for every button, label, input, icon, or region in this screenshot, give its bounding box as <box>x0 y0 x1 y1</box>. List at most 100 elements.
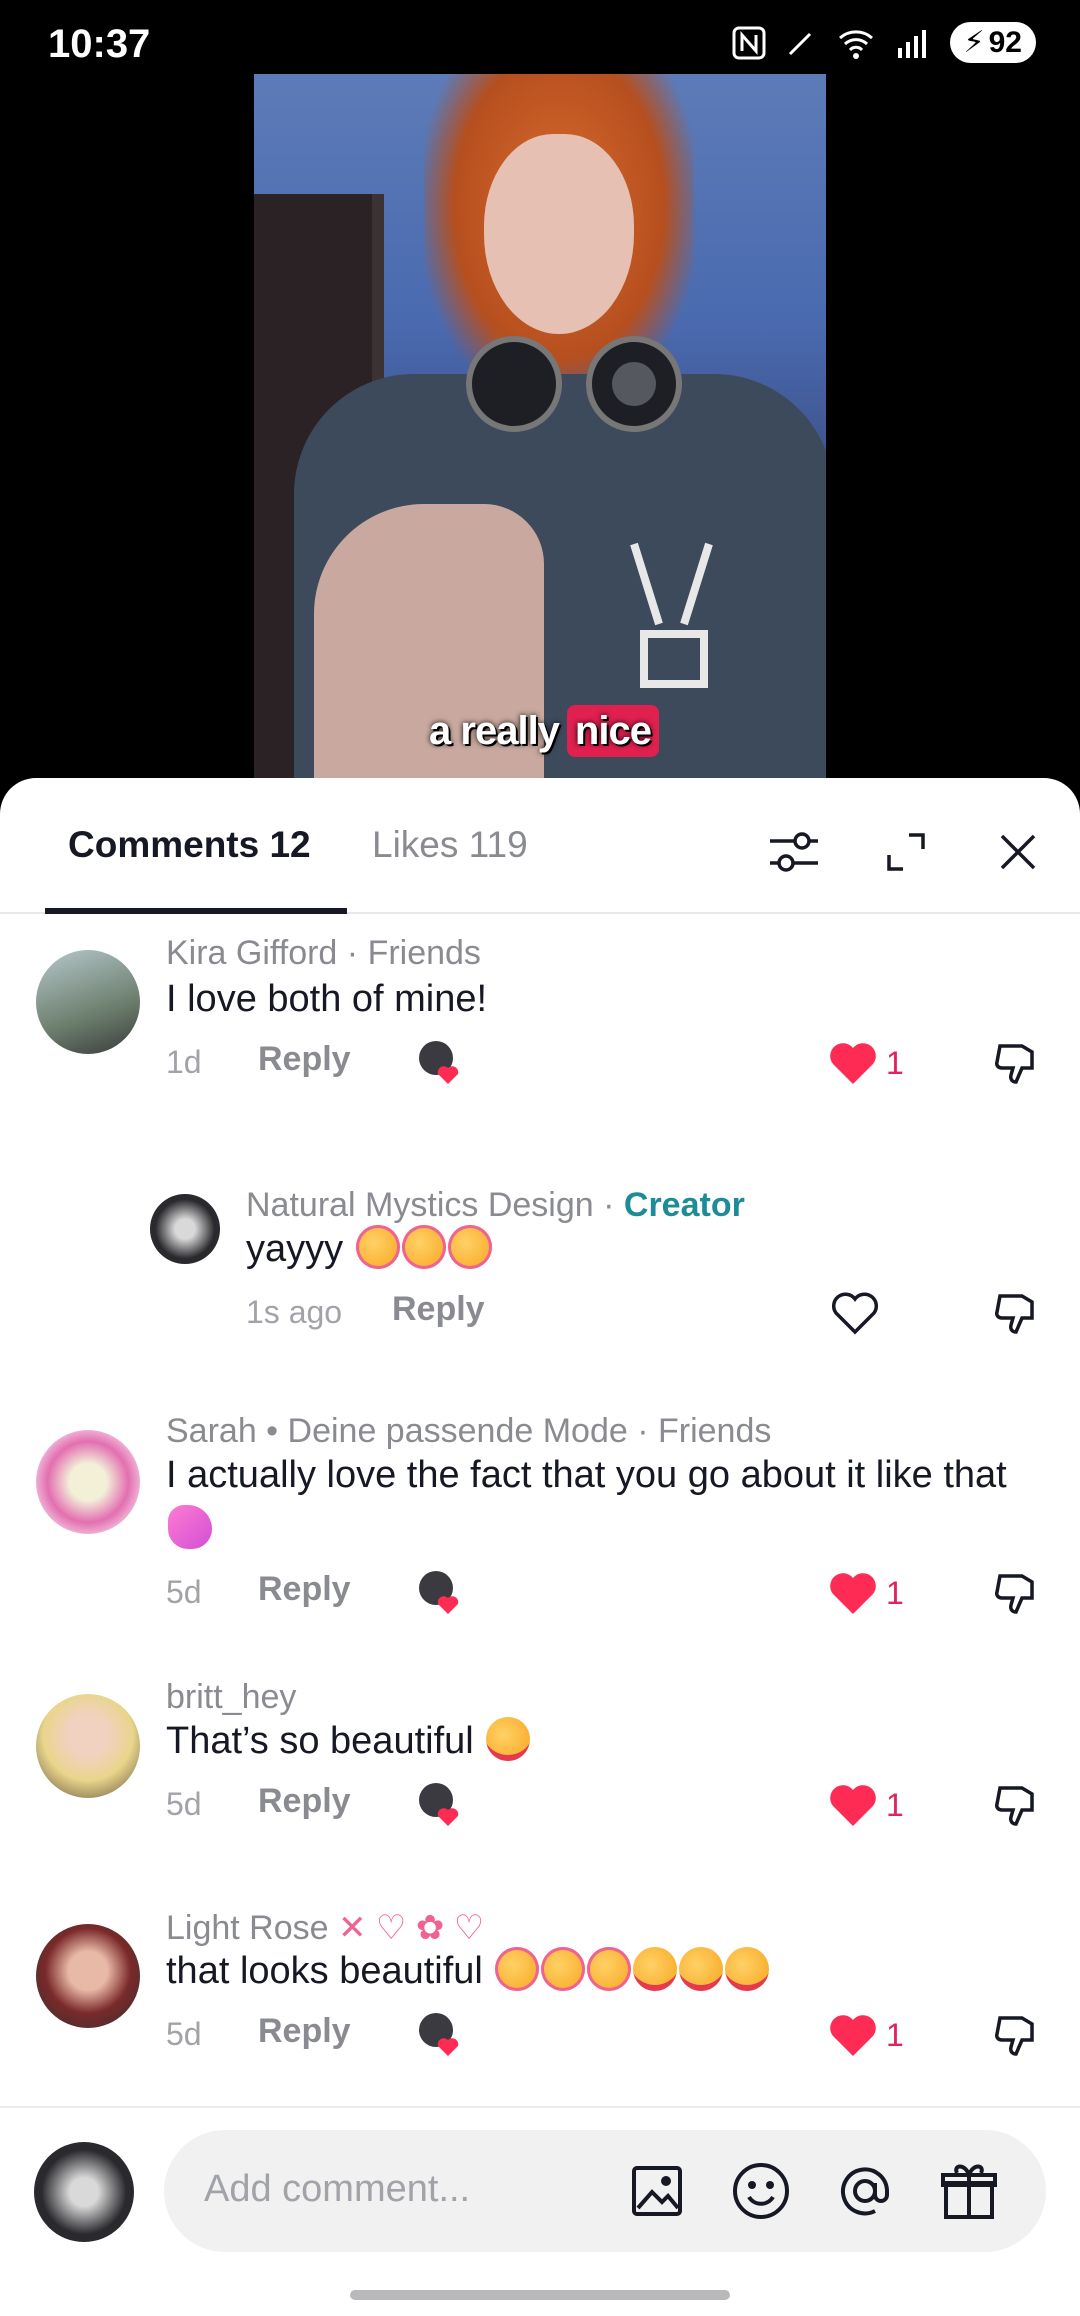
video-preview[interactable]: a really nice <box>254 74 826 780</box>
battery-level: 92 <box>988 25 1022 59</box>
creator-liked-icon <box>419 1783 459 1826</box>
status-time: 10:37 <box>48 22 151 66</box>
emoji-smiling-hearts <box>541 1947 586 1991</box>
reply-button[interactable]: Reply <box>258 1782 351 1821</box>
expand-icon <box>887 833 925 871</box>
sheet-tabs: Comments 12 Likes 119 <box>0 778 1080 914</box>
avatar[interactable] <box>36 950 140 1054</box>
reply-button[interactable]: Reply <box>258 2012 351 2051</box>
comment-text: I love both of mine! <box>166 978 488 1020</box>
creator-liked-icon <box>419 1041 459 1084</box>
pen-icon <box>788 32 811 55</box>
like-button[interactable]: 1 <box>828 1040 904 1086</box>
gift-button[interactable] <box>938 2160 1000 2222</box>
avatar[interactable] <box>150 1194 220 1264</box>
tab-comments[interactable]: Comments 12 <box>68 824 311 866</box>
comment-author[interactable]: Natural Mystics Design · Creator <box>246 1186 745 1225</box>
avatar[interactable] <box>36 1924 140 2028</box>
like-button[interactable]: 1 <box>828 1782 904 1828</box>
emoji-smiling-hearts <box>401 1225 446 1269</box>
image-icon <box>632 2166 682 2216</box>
dislike-icon[interactable] <box>992 2010 1044 2062</box>
comment-time: 1s ago <box>246 1294 343 1330</box>
comment-input-placeholder: Add comment... <box>204 2168 471 2210</box>
comment-time: 5d <box>166 1574 202 1610</box>
emoji-two-hearts <box>168 1505 212 1549</box>
bolt-icon: ⚡ <box>963 26 985 59</box>
status-bar: 10:37 ⚡ 92 <box>0 0 1080 80</box>
emoji-heart-eyes <box>679 1947 724 1991</box>
dislike-icon[interactable] <box>992 1288 1044 1340</box>
comment-author[interactable]: Light Rose ✕ ♡ ✿ ♡ <box>166 1908 484 1948</box>
comments-sheet: Comments 12 Likes 119 Kira Gifford · Fri… <box>0 778 1080 2316</box>
reply-button[interactable]: Reply <box>258 1570 351 1609</box>
comment-input[interactable]: Add comment... <box>164 2130 1046 2252</box>
emoji-smiling-hearts <box>355 1225 400 1269</box>
skeleton-hand-graphic <box>630 542 713 688</box>
comment-text: yayyy <box>246 1222 492 1276</box>
wifi-icon <box>838 29 873 59</box>
mention-button[interactable] <box>834 2160 896 2222</box>
comment-author[interactable]: Kira Gifford · Friends <box>166 934 481 973</box>
comment-composer: Add comment... <box>0 2106 1080 2316</box>
emoji-heart-eyes <box>725 1947 770 1991</box>
my-avatar <box>34 2142 134 2242</box>
avatar[interactable] <box>36 1430 140 1534</box>
name-decoration-icons: ✕ ♡ ✿ ♡ <box>338 1909 485 1947</box>
at-icon <box>841 2167 889 2216</box>
comment-text: that looks beautiful <box>166 1944 770 1998</box>
creator-liked-icon <box>419 1571 459 1614</box>
like-button[interactable]: 1 <box>828 2012 904 2058</box>
dislike-icon[interactable] <box>992 1568 1044 1620</box>
like-count: 1 <box>886 2016 904 2053</box>
close-button[interactable] <box>988 822 1048 882</box>
image-button[interactable] <box>626 2160 688 2222</box>
expand-button[interactable] <box>876 822 936 882</box>
caption-highlight: nice <box>566 705 659 757</box>
like-count: 1 <box>886 1786 904 1823</box>
heart-filled-icon <box>830 1573 876 1614</box>
like-count: 1 <box>886 1574 904 1611</box>
tab-likes[interactable]: Likes 119 <box>372 824 528 866</box>
signal-icon <box>897 29 926 58</box>
comment-time: 5d <box>166 2016 202 2052</box>
battery-indicator: ⚡ 92 <box>949 22 1036 63</box>
nfc-icon <box>732 26 766 59</box>
heart-filled-icon <box>830 2015 876 2056</box>
avatar[interactable] <box>36 1694 140 1798</box>
dislike-icon[interactable] <box>992 1780 1044 1832</box>
creator-badge: Creator <box>623 1186 745 1224</box>
active-tab-indicator <box>45 908 347 914</box>
video-caption: a really nice <box>254 705 826 757</box>
filter-button[interactable] <box>764 822 824 882</box>
comment-author[interactable]: britt_hey <box>166 1678 296 1717</box>
emoji-smiling-hearts <box>587 1947 632 1991</box>
comment-text: I actually love the fact that you go abo… <box>166 1448 1026 1556</box>
emoji-button[interactable] <box>730 2160 792 2222</box>
like-count: 1 <box>886 1044 904 1081</box>
reply-button[interactable]: Reply <box>392 1290 485 1329</box>
like-button[interactable]: 1 <box>828 1570 904 1616</box>
home-indicator[interactable] <box>350 2290 730 2300</box>
close-icon <box>1000 834 1036 870</box>
headphones-graphic <box>466 336 682 432</box>
video-face <box>484 134 634 334</box>
emoji-heart-eyes <box>633 1947 678 1991</box>
heart-filled-icon <box>830 1043 876 1084</box>
comment-text: That’s so beautiful <box>166 1714 531 1768</box>
dislike-icon[interactable] <box>992 1038 1044 1090</box>
emoji-smiling-hearts <box>447 1225 492 1269</box>
heart-filled-icon <box>830 1785 876 1826</box>
status-icons: ⚡ 92 <box>732 22 1036 63</box>
gift-icon <box>941 2164 997 2219</box>
heart-outline-icon[interactable] <box>830 1290 880 1336</box>
comment-author[interactable]: Sarah • Deine passende Mode · Friends <box>166 1412 771 1451</box>
emoji-smiling-hearts <box>495 1947 540 1991</box>
comment-time: 5d <box>166 1786 202 1822</box>
caption-text: a really <box>429 709 560 753</box>
comment-time: 1d <box>166 1044 202 1080</box>
reply-button[interactable]: Reply <box>258 1040 351 1079</box>
emoji-heart-eyes <box>486 1717 531 1761</box>
emoji-icon <box>733 2163 789 2219</box>
filter-icon <box>770 832 818 872</box>
